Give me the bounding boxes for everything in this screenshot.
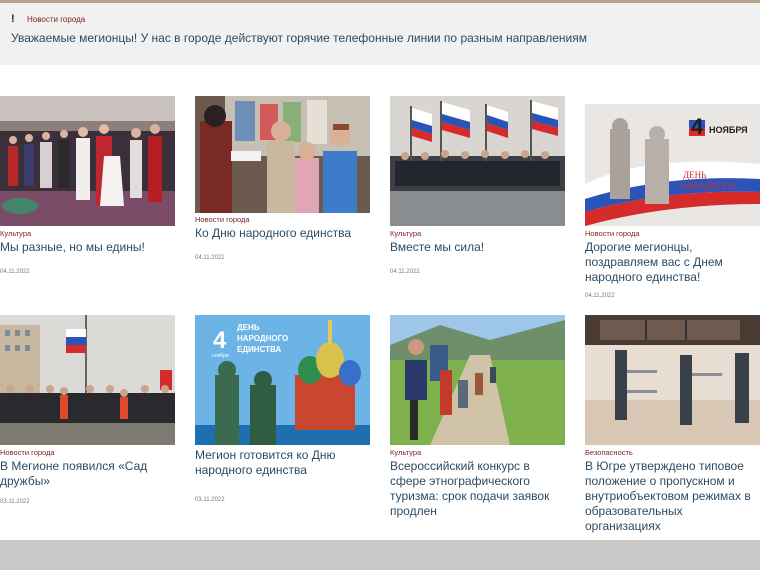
card-title[interactable]: Всероссийский конкурс в сфере этнографич…	[390, 459, 565, 519]
card-date: 03.11.2022	[195, 497, 225, 503]
card-category[interactable]: Новости города	[585, 229, 760, 238]
news-card: 4 НОЯБРЯ ДЕНЬ НАРОДНОГО ЕДИНСТВА Новости…	[585, 104, 760, 299]
poster-month: ноября	[212, 353, 229, 359]
card-category[interactable]: Культура	[390, 448, 565, 457]
card-title[interactable]: Вместе мы сила!	[390, 240, 565, 255]
news-thumbnail[interactable]	[0, 315, 175, 445]
card-title[interactable]: Мы разные, но мы едины!	[0, 240, 175, 255]
alert-category[interactable]: Новости города	[27, 15, 85, 24]
card-category[interactable]: Новости города	[195, 215, 370, 224]
poster-number: 4	[691, 114, 704, 139]
poster-line2: НАРОДНОГО	[237, 334, 288, 343]
news-thumbnail[interactable]	[195, 96, 370, 226]
card-category[interactable]: Новости города	[0, 448, 175, 457]
family-award-photo	[195, 96, 370, 213]
news-card: Новости города В Мегионе появился «Сад д…	[0, 315, 175, 505]
news-card	[195, 96, 370, 226]
bottom-bar	[0, 540, 760, 570]
card-title[interactable]: Дорогие мегионцы, поздравляем вас с Днем…	[585, 240, 760, 285]
news-card: Культура Всероссийский конкурс в сфере э…	[390, 315, 565, 519]
news-card: Культура Вместе мы сила! 04.11.2022	[390, 96, 565, 275]
poster-line1: ДЕНЬ	[683, 170, 706, 180]
poster-line3: ЕДИНСТВА	[237, 345, 281, 354]
dance-hall-photo	[0, 96, 175, 226]
poster-month: НОЯБРЯ	[709, 125, 748, 135]
news-thumbnail[interactable]	[390, 96, 565, 226]
poster-line2: НАРОДНОГО	[680, 181, 735, 191]
news-thumbnail[interactable]	[0, 96, 175, 226]
flag-ceremony-photo	[0, 315, 175, 445]
card-date: 04.11.2022	[195, 255, 225, 261]
news-card: Культура Мы разные, но мы едины! 04.11.2…	[0, 96, 175, 275]
poster-number: 4	[213, 327, 227, 354]
turnstiles-photo	[585, 315, 760, 445]
card-title[interactable]: В Мегионе появился «Сад дружбы»	[0, 459, 175, 489]
card-date: 04.11.2022	[585, 293, 615, 299]
unity-day-poster: 4 НОЯБРЯ ДЕНЬ НАРОДНОГО ЕДИНСТВА	[585, 104, 760, 226]
hikers-photo	[390, 315, 565, 445]
card-date: 03.11.2022	[0, 499, 30, 505]
alert-link[interactable]: Уважаемые мегионцы! У нас в городе дейст…	[11, 31, 587, 45]
card-category[interactable]: Культура	[0, 229, 175, 238]
news-card: Безопасность В Югре утверждено типовое п…	[585, 315, 760, 534]
card-title[interactable]: Ко Дню народного единства	[195, 226, 370, 241]
card-date: 04.11.2022	[390, 269, 420, 275]
poster-line1: ДЕНЬ	[237, 323, 260, 332]
news-thumbnail[interactable]: 4 НОЯБРЯ ДЕНЬ НАРОДНОГО ЕДИНСТВА	[585, 104, 760, 226]
card-date: 04.11.2022	[0, 269, 30, 275]
exclamation-icon: !	[11, 13, 15, 25]
poster-line3: ЕДИНСТВА	[685, 192, 734, 202]
card-category[interactable]: Безопасность	[585, 448, 760, 457]
card-category[interactable]: Культура	[390, 229, 565, 238]
cathedral-poster: 4 ноября ДЕНЬ НАРОДНОГО ЕДИНСТВА	[195, 315, 370, 445]
news-thumbnail[interactable]: 4 ноября ДЕНЬ НАРОДНОГО ЕДИНСТВА	[195, 315, 370, 445]
alert-banner: ! Новости города Уважаемые мегионцы! У н…	[0, 3, 760, 65]
news-thumbnail[interactable]	[585, 315, 760, 445]
news-thumbnail[interactable]	[390, 315, 565, 445]
news-card: 4 ноября ДЕНЬ НАРОДНОГО ЕДИНСТВА Мегион …	[195, 315, 370, 503]
card-title[interactable]: Мегион готовится ко Дню народного единст…	[195, 448, 370, 478]
card-title[interactable]: В Югре утверждено типовое положение о пр…	[585, 459, 760, 534]
flags-rally-photo	[390, 96, 565, 226]
news-card-text: Новости города Ко Дню народного единства…	[195, 212, 370, 261]
